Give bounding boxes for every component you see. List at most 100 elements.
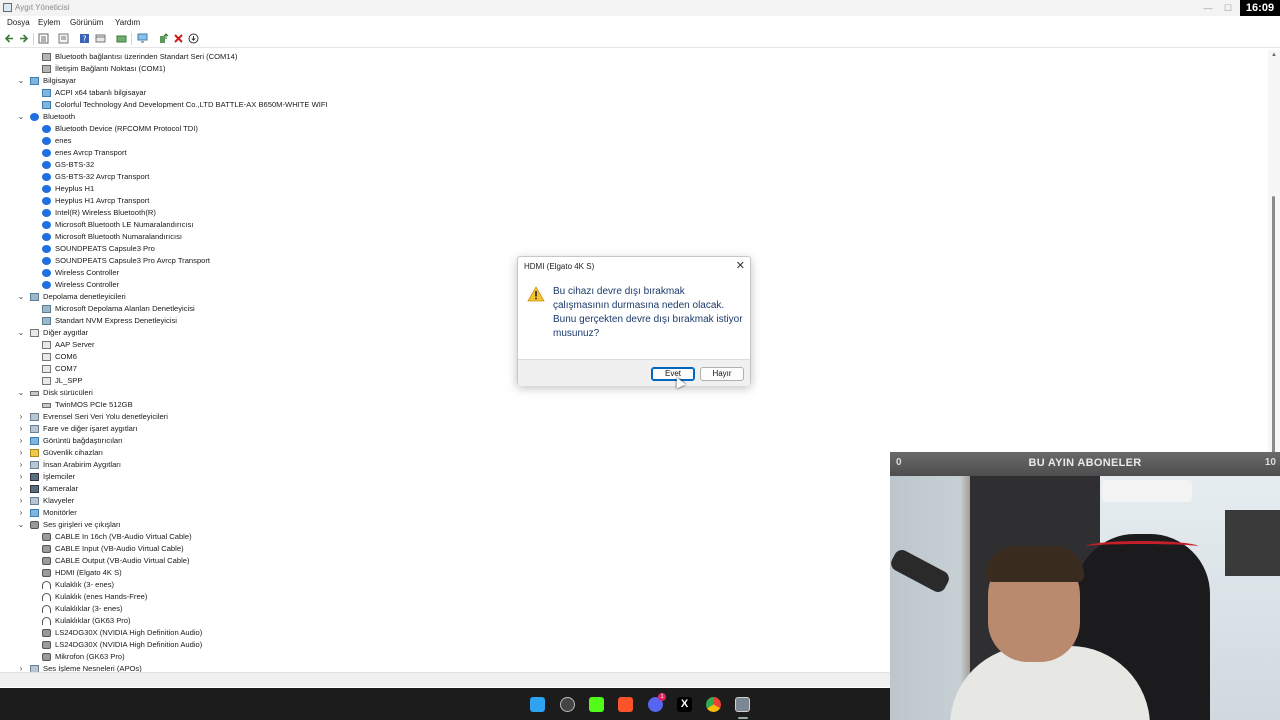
device-manager-taskbar-icon[interactable]: [735, 697, 750, 712]
bt-device-icon: [42, 257, 51, 265]
chevron-down-icon[interactable]: ⌄: [17, 291, 25, 303]
tree-item-label: COM6: [55, 352, 77, 361]
menu-file[interactable]: Dosya: [7, 18, 30, 27]
chevron-down-icon[interactable]: ⌄: [17, 75, 25, 87]
subscriber-overlay-title: BU AYIN ABONELER: [1028, 457, 1142, 469]
start-icon[interactable]: [530, 697, 545, 712]
tree-item-label: Kameralar: [43, 484, 79, 493]
tree-item-label: LS24DG30X (NVIDIA High Definition Audio): [55, 640, 203, 649]
maximize-button[interactable]: ☐: [1220, 1, 1236, 15]
webcam-feed: [890, 476, 1280, 720]
tree-item-label: Depolama denetleyicileri: [43, 292, 126, 301]
tree-device[interactable]: Bluetooth Device (RFCOMM Protocol TDI): [0, 123, 1260, 135]
chevron-right-icon[interactable]: ›: [17, 483, 25, 495]
tree-category[interactable]: ⌄ Bilgisayar: [0, 75, 1260, 87]
kick-icon[interactable]: [589, 697, 604, 712]
active-app-indicator: [738, 717, 748, 719]
audio-device-icon: [42, 569, 51, 577]
tree-category[interactable]: › Fare ve diğer işaret aygıtları: [0, 423, 1260, 435]
tree-item-label: Microsoft Depolama Alanları Denetleyicis…: [55, 304, 195, 313]
tree-device[interactable]: Microsoft Bluetooth LE Numaralandırıcısı: [0, 219, 1260, 231]
port-device-icon: [42, 65, 51, 73]
tree-device[interactable]: İletişim Bağlantı Noktası (COM1): [0, 63, 1260, 75]
tree-device[interactable]: enes Avrcp Transport: [0, 147, 1260, 159]
scroll-up-icon[interactable]: ▲: [1271, 52, 1277, 58]
tree-item-label: Kulaklık (enes Hands-Free): [55, 592, 148, 601]
tree-category[interactable]: ⌄ Disk sürücüleri: [0, 387, 1260, 399]
tree-device[interactable]: Heyplus H1 Avrcp Transport: [0, 195, 1260, 207]
refresh-icon[interactable]: [116, 33, 127, 44]
tree-device[interactable]: Heyplus H1: [0, 183, 1260, 195]
menu-view[interactable]: Görünüm: [70, 18, 103, 27]
audio-device-icon: [42, 653, 51, 661]
properties-icon[interactable]: [58, 33, 69, 44]
tree-item-label: Güvenlik cihazları: [43, 448, 103, 457]
disable-device-icon[interactable]: [188, 33, 199, 44]
headset-device-icon: [42, 605, 51, 613]
headset-device-icon: [42, 593, 51, 601]
bt-device-icon: [42, 269, 51, 277]
chevron-right-icon[interactable]: ›: [17, 435, 25, 447]
tree-device[interactable]: Colorful Technology And Development Co.,…: [0, 99, 1260, 111]
chevron-right-icon[interactable]: ›: [17, 447, 25, 459]
tree-item-label: GS-BTS-32 Avrcp Transport: [55, 172, 150, 181]
chevron-right-icon[interactable]: ›: [17, 423, 25, 435]
chevron-right-icon[interactable]: ›: [17, 411, 25, 423]
back-arrow-icon[interactable]: [4, 33, 15, 44]
tree-device[interactable]: enes: [0, 135, 1260, 147]
chevron-right-icon[interactable]: ›: [17, 459, 25, 471]
monitor-device-icon: [30, 437, 39, 445]
steam-icon[interactable]: [560, 697, 575, 712]
tree-device[interactable]: TwinMOS PCIe 512GB: [0, 399, 1260, 411]
show-hide-tree-icon[interactable]: [38, 33, 49, 44]
bt-device-icon: [30, 113, 39, 121]
monitor-device-icon: [42, 89, 51, 97]
view-icon[interactable]: [95, 33, 106, 44]
tree-device[interactable]: Intel(R) Wireless Bluetooth(R): [0, 207, 1260, 219]
tree-item-label: Wireless Controller: [55, 268, 120, 277]
ctrl-device-icon: [42, 317, 51, 325]
tree-category[interactable]: › Evrensel Seri Veri Yolu denetleyicileri: [0, 411, 1260, 423]
menu-action[interactable]: Eylem: [38, 18, 60, 27]
audio-device-icon: [42, 641, 51, 649]
tree-device[interactable]: Bluetooth bağlantısı üzerinden Standart …: [0, 51, 1260, 63]
dialog-close-button[interactable]: ✕: [736, 259, 745, 272]
chevron-down-icon[interactable]: ⌄: [17, 519, 25, 531]
tree-item-label: CABLE Input (VB-Audio Virtual Cable): [55, 544, 184, 553]
chevron-down-icon[interactable]: ⌄: [17, 111, 25, 123]
forward-arrow-icon[interactable]: [18, 33, 29, 44]
x-app-icon[interactable]: X: [677, 697, 692, 712]
brave-browser-icon[interactable]: [618, 697, 633, 712]
tree-category[interactable]: ⌄ Bluetooth: [0, 111, 1260, 123]
help-icon[interactable]: ?: [79, 33, 90, 44]
tree-device[interactable]: GS-BTS-32: [0, 159, 1260, 171]
audio-device-icon: [42, 545, 51, 553]
chevron-right-icon[interactable]: ›: [17, 663, 25, 672]
tree-category[interactable]: › Görüntü bağdaştırıcıları: [0, 435, 1260, 447]
chevron-down-icon[interactable]: ⌄: [17, 387, 25, 399]
no-button[interactable]: Hayır: [700, 367, 744, 381]
tree-item-label: LS24DG30X (NVIDIA High Definition Audio): [55, 628, 203, 637]
scan-hardware-icon[interactable]: [137, 33, 148, 44]
headset-device-icon: [42, 617, 51, 625]
webcam-air-conditioner: [1102, 480, 1192, 502]
unknown-device-icon: [30, 329, 39, 337]
subscriber-overlay-bar: 0 BU AYIN ABONELER 10: [890, 452, 1280, 476]
tree-device[interactable]: ACPI x64 tabanlı bilgisayar: [0, 87, 1260, 99]
update-driver-icon[interactable]: [158, 33, 169, 44]
menu-help[interactable]: Yardım: [115, 18, 140, 27]
chevron-right-icon[interactable]: ›: [17, 471, 25, 483]
chevron-right-icon[interactable]: ›: [17, 507, 25, 519]
tree-item-label: COM7: [55, 364, 77, 373]
chrome-icon[interactable]: [706, 697, 721, 712]
tree-device[interactable]: SOUNDPEATS Capsule3 Pro: [0, 243, 1260, 255]
chevron-down-icon[interactable]: ⌄: [17, 327, 25, 339]
ctrl-device-icon: [30, 293, 39, 301]
scrollbar-thumb[interactable]: [1272, 196, 1275, 496]
tree-device[interactable]: GS-BTS-32 Avrcp Transport: [0, 171, 1260, 183]
chevron-right-icon[interactable]: ›: [17, 495, 25, 507]
tree-device[interactable]: Microsoft Bluetooth Numaralandırıcısı: [0, 231, 1260, 243]
uninstall-icon[interactable]: [173, 33, 184, 44]
discord-notification-badge: 1: [658, 693, 666, 701]
minimize-button[interactable]: —: [1200, 1, 1216, 15]
